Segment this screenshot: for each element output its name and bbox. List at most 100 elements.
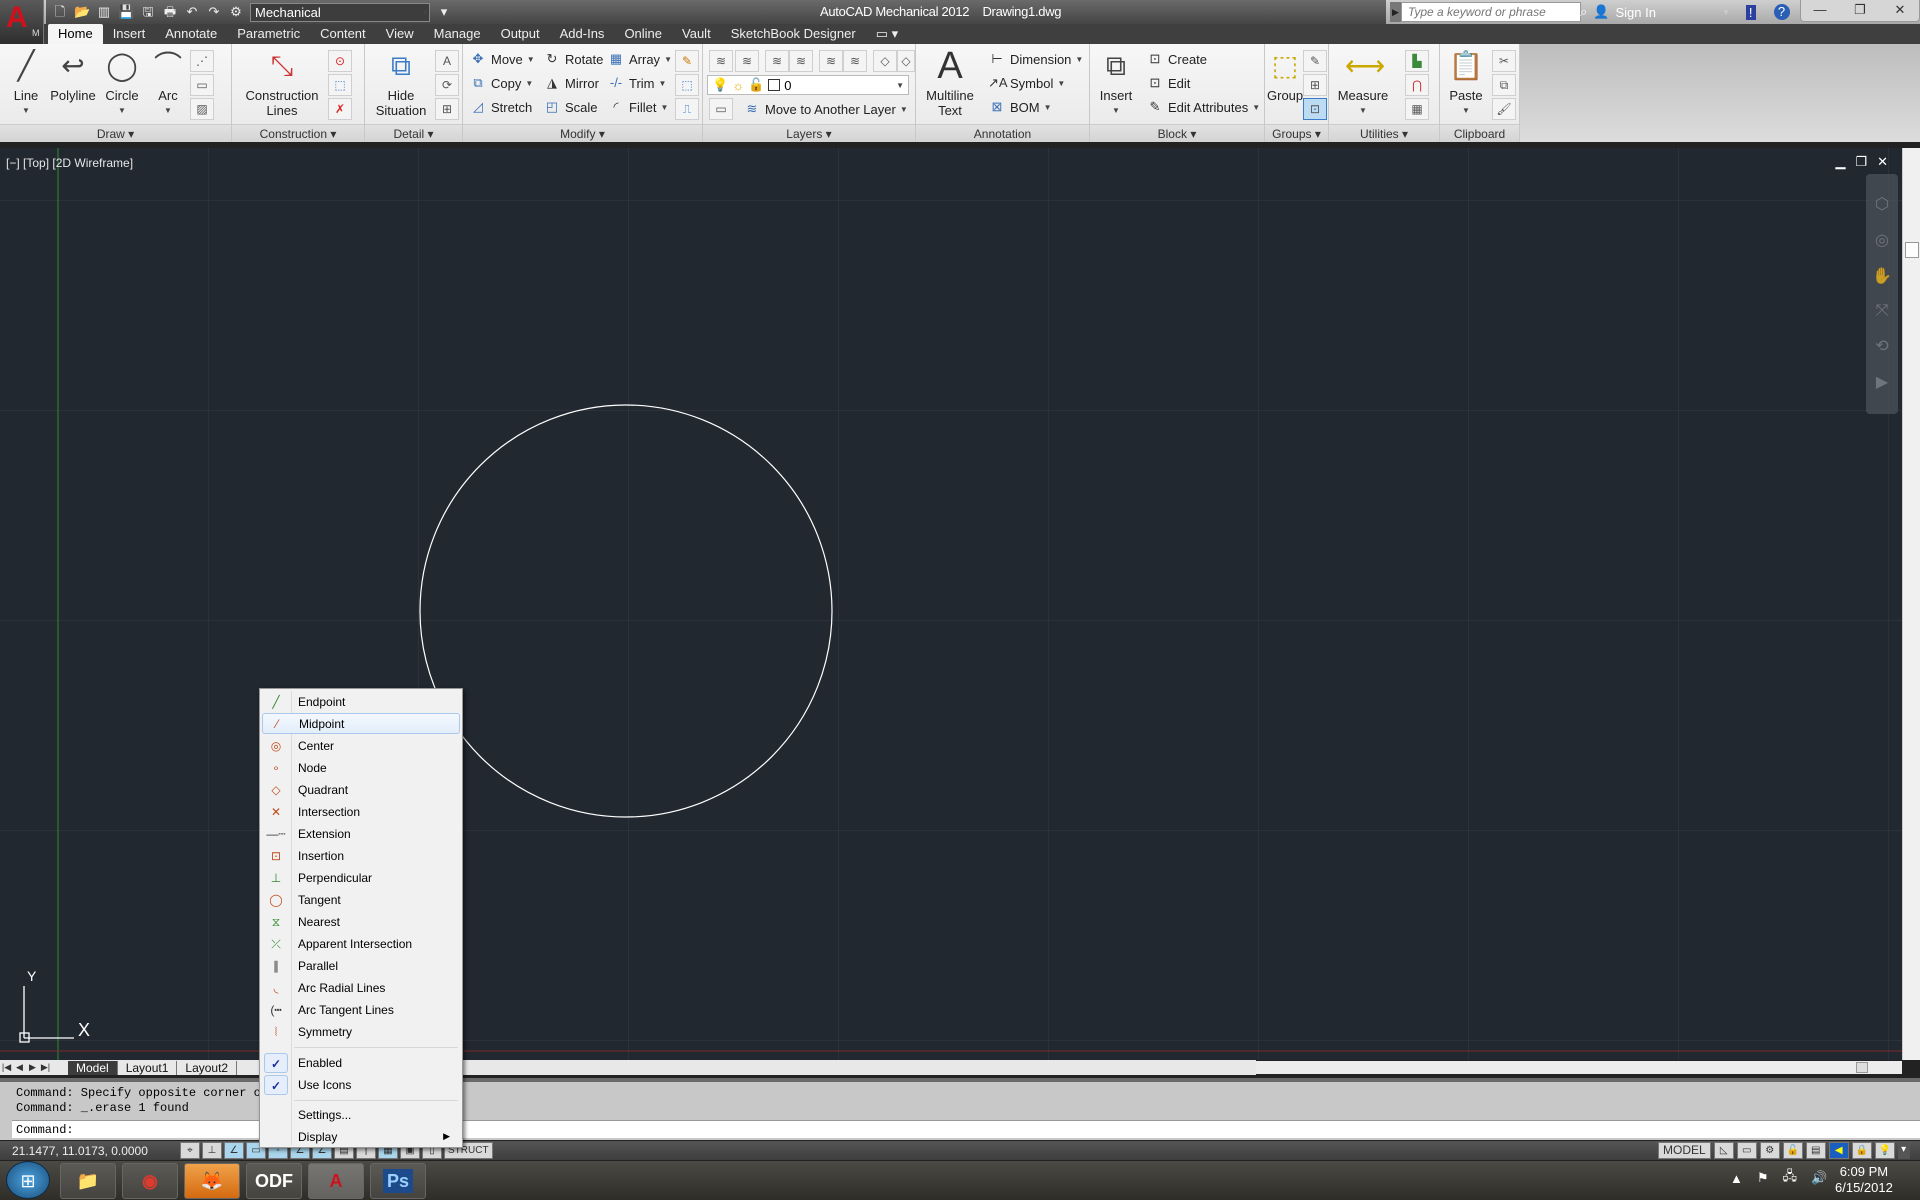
action-center-flag-icon[interactable]: ⚑ [1757,1170,1769,1186]
menu-item-use-icons[interactable]: ✓ Use Icons [262,1074,460,1095]
edit-block-button[interactable]: ⊡ Edit [1146,72,1191,94]
isolate-bulb-icon[interactable]: 💡 [1874,1142,1895,1159]
tab-sketchbook-designer[interactable]: SketchBook Designer [721,24,866,44]
menu-item-intersection[interactable]: ✕ Intersection [262,801,460,822]
menu-item-arc-tangent-lines[interactable]: (┅ Arc Tangent Lines [262,999,460,1020]
horizontal-scrollbar[interactable] [1256,1061,1902,1074]
trim-button[interactable]: -/- Trim ▼ [607,72,667,94]
taskbar-explorer[interactable]: 📁 [60,1163,116,1199]
zoom-extents-icon[interactable]: ⤧ [1876,302,1889,320]
menu-item-settings[interactable]: Settings... [262,1104,460,1125]
multiline-text-button[interactable]: A Multiline Text [920,47,980,118]
network-icon[interactable]: 🖧 [1783,1167,1798,1189]
hatch-icon[interactable]: ▨ [190,98,214,120]
restore-button[interactable]: ❐ [1841,0,1879,21]
tab-content[interactable]: Content [310,24,376,44]
line-button[interactable]: ╱ Line ▼ [6,48,46,118]
viewport-close-icon[interactable]: ✕ [1877,154,1888,170]
bom-button[interactable]: ⊠ BOM ▼ [988,96,1052,118]
tab-model[interactable]: Model [68,1060,118,1075]
mirror-button[interactable]: ◮ Mirror [543,72,599,94]
save-icon[interactable]: 💾 [118,4,134,20]
tab-layout1[interactable]: Layout1 [118,1060,178,1075]
exchange-icon[interactable]: ! [1745,4,1756,20]
isolate-objects-icon[interactable]: ◀ [1828,1142,1849,1159]
menu-item-enabled[interactable]: ✓ Enabled [262,1052,460,1073]
quick-view-layouts-icon[interactable]: ◺ [1713,1142,1734,1159]
delete-construction-icon[interactable]: ✗ [328,98,352,120]
tab-output[interactable]: Output [491,24,550,44]
viewport-restore-icon[interactable]: ❐ [1855,154,1867,170]
show-hidden-icons-icon[interactable]: ▲ [1730,1171,1743,1186]
hide-situation-button[interactable]: ⧉ Hide Situation [371,48,431,118]
fillet-button[interactable]: ◜ Fillet ▼ [607,96,668,118]
osnap-magnet-icon[interactable]: ⋂ [1405,74,1429,96]
layer-down-icon[interactable]: ≋ [819,50,843,72]
rectangle-icon[interactable]: ▭ [190,74,214,96]
drawn-circle[interactable] [419,404,833,818]
undo-icon[interactable]: ↶ [184,4,200,20]
tab-add-ins[interactable]: Add-Ins [550,24,615,44]
tab-online[interactable]: Online [614,24,672,44]
viewport-minimize-icon[interactable]: ▁ [1835,154,1845,170]
start-button[interactable]: ⊞ [6,1161,50,1199]
menu-item-insertion[interactable]: ⊡ Insertion [262,845,460,866]
application-menu-button[interactable]: A M [0,0,44,44]
menu-item-node[interactable]: ∘ Node [262,757,460,778]
menu-item-quadrant[interactable]: ◇ Quadrant [262,779,460,800]
group-button[interactable]: ⬚ Group [1267,48,1303,103]
copy-button[interactable]: ⧉ Copy ▼ [469,72,533,94]
tab-layout2[interactable]: Layout2 [177,1060,238,1075]
power-edit-icon[interactable]: ✎ [675,50,699,72]
vertical-scrollbar[interactable] [1902,148,1920,1060]
offset-icon[interactable]: ⎍ [675,98,699,120]
rotate-button[interactable]: ↻ Rotate [543,48,604,70]
expand-search-icon[interactable]: ▶ [1390,2,1401,22]
layer-off-icon[interactable]: ◇ [897,50,915,72]
menu-item-midpoint[interactable]: ⁄ Midpoint [262,713,460,734]
layer-dropdown[interactable]: 💡 ☼ 🔓 0 ▼ [707,75,909,95]
workspace-switching-icon[interactable]: ⚙ [1759,1142,1780,1159]
menu-item-display[interactable]: Display ▶ [262,1126,460,1147]
move-button[interactable]: ✥ Move ▼ [469,48,535,70]
minimize-button[interactable]: — [1801,0,1839,21]
tab-view[interactable]: View [376,24,424,44]
construction-lines-button[interactable]: ⤡ Construction Lines [240,48,324,118]
move-to-layer-button[interactable]: ≋ Move to Another Layer ▼ [743,98,908,120]
binoculars-icon[interactable]: ⌕ [1580,4,1587,20]
layer-up-icon[interactable]: ≋ [843,50,867,72]
customize-qat-icon[interactable]: ▾ [436,4,452,20]
panel-title-groups[interactable]: Groups ▾ [1265,124,1328,142]
menu-item-arc-radial-lines[interactable]: ◟ Arc Radial Lines [262,977,460,998]
rotate-hide-icon[interactable]: ⟳ [435,74,459,96]
polyline-button[interactable]: ↩ Polyline [48,48,98,103]
panel-title-draw[interactable]: Draw ▾ [0,124,231,142]
panel-title-construction[interactable]: Construction ▾ [232,124,364,142]
hardware-acceleration-icon[interactable]: ▤ [1805,1142,1826,1159]
tab-parametric[interactable]: Parametric [227,24,310,44]
menu-item-endpoint[interactable]: ╱ Endpoint [262,691,460,712]
construction-circle-icon[interactable]: ⊙ [328,50,352,72]
panel-title-layers[interactable]: Layers ▾ [703,124,915,142]
menu-item-parallel[interactable]: ∥ Parallel [262,955,460,976]
last-layout-icon[interactable]: ▶| [39,1062,52,1073]
pan-icon[interactable]: ✋ [1872,266,1892,286]
horizontal-scroll-thumb[interactable] [1856,1062,1868,1073]
volume-icon[interactable]: 🔊 [1811,1170,1827,1186]
coordinates-readout[interactable]: 21.1477, 11.0173, 0.0000 [12,1144,148,1158]
close-button[interactable]: ✕ [1881,0,1919,21]
insert-block-button[interactable]: ⧉ Insert ▼ [1094,48,1138,118]
group-selection-icon[interactable]: ⊡ [1303,98,1327,120]
menu-item-perpendicular[interactable]: ⊥ Perpendicular [262,867,460,888]
taskbar-firefox[interactable]: 🦊 [184,1163,240,1199]
layer-properties-icon[interactable]: ≋ [709,50,733,72]
tab-home[interactable]: Home [48,24,103,44]
tab-insert[interactable]: Insert [103,24,156,44]
detail-view-icon[interactable]: ⊞ [435,98,459,120]
taskbar-photoshop[interactable]: Ps [370,1163,426,1199]
open-sheet-icon[interactable]: ▥ [96,4,112,20]
system-clock[interactable]: 6:09 PM 6/15/2012 [1835,1164,1893,1196]
orbit-icon[interactable]: ⟲ [1875,336,1888,356]
panel-title-utilities[interactable]: Utilities ▾ [1329,124,1439,142]
circle-button[interactable]: ◯ Circle ▼ [100,48,144,118]
